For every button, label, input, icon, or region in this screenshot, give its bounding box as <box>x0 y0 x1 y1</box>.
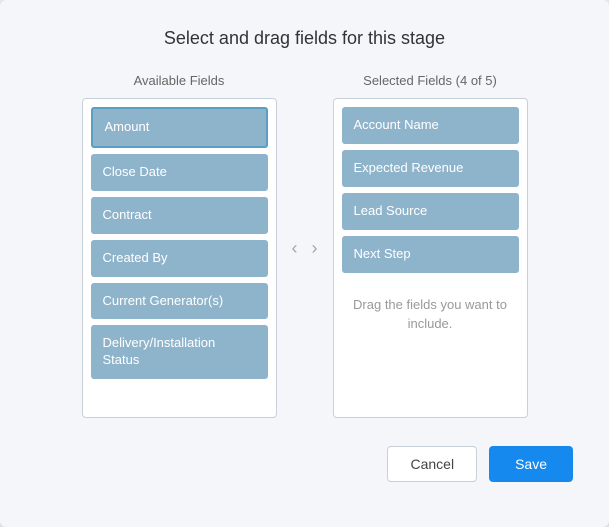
available-fields-column: Available Fields Amount Close Date Contrac… <box>82 73 277 418</box>
selected-field-item[interactable]: Next Step <box>342 236 519 273</box>
available-field-item[interactable]: Created By <box>91 240 268 277</box>
main-dialog: Select and drag fields for this stage Av… <box>0 0 609 527</box>
available-field-item[interactable]: Delivery/Installation Status <box>91 325 268 379</box>
available-field-item[interactable]: Current Generator(s) <box>91 283 268 320</box>
selected-fields-column: Selected Fields (4 of 5) Account Name Exp… <box>333 73 528 418</box>
dialog-title: Select and drag fields for this stage <box>164 28 445 49</box>
available-fields-box: Amount Close Date Contract Created By Curren… <box>82 98 277 418</box>
available-field-item[interactable]: Amount <box>91 107 268 148</box>
columns-wrapper: Available Fields Amount Close Date Contrac… <box>32 73 577 418</box>
available-column-header: Available Fields <box>82 73 277 88</box>
available-field-item[interactable]: Close Date <box>91 154 268 191</box>
selected-column-header: Selected Fields (4 of 5) <box>333 73 528 88</box>
selected-field-item[interactable]: Account Name <box>342 107 519 144</box>
arrows-row: ‹ › <box>288 237 322 259</box>
selected-fields-box: Account Name Expected Revenue Lead Source N… <box>333 98 528 418</box>
selected-field-item[interactable]: Expected Revenue <box>342 150 519 187</box>
save-button[interactable]: Save <box>489 446 573 482</box>
move-left-button[interactable]: ‹ <box>288 237 302 259</box>
dialog-footer: Cancel Save <box>32 446 577 482</box>
available-field-item[interactable]: Contract <box>91 197 268 234</box>
arrows-column: ‹ › <box>277 73 333 259</box>
move-right-button[interactable]: › <box>308 237 322 259</box>
drop-hint: Drag the fields you want to include. <box>342 279 519 350</box>
cancel-button[interactable]: Cancel <box>387 446 477 482</box>
selected-field-item[interactable]: Lead Source <box>342 193 519 230</box>
